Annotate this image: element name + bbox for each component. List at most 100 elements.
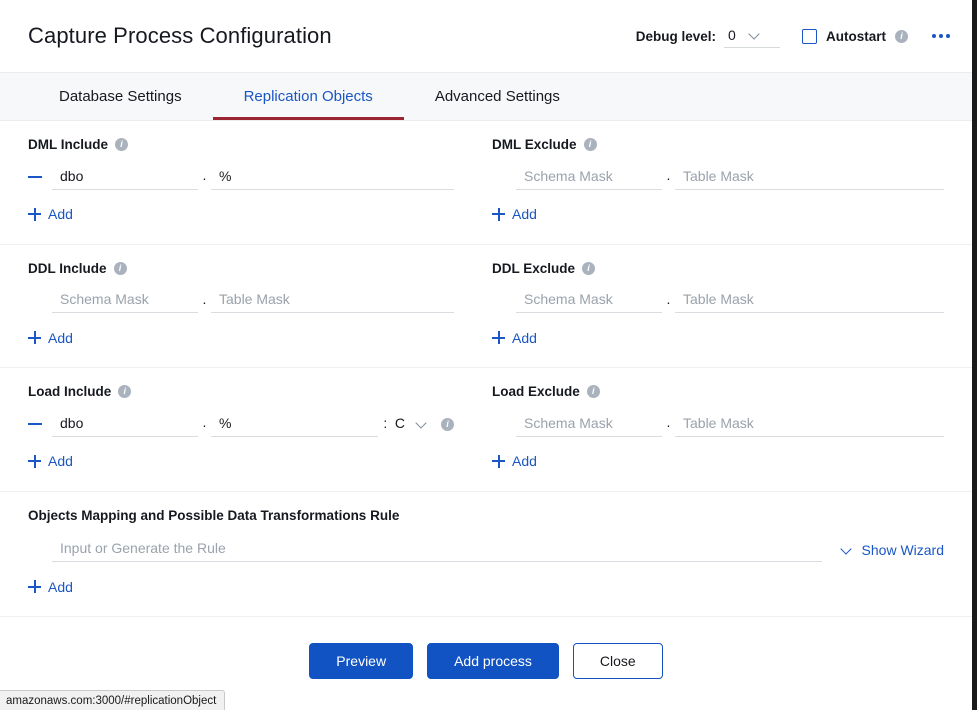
ddl-exclude-group: DDL Exclude i . Add bbox=[486, 261, 944, 350]
autostart-checkbox[interactable] bbox=[802, 28, 817, 44]
info-icon[interactable]: i bbox=[582, 261, 596, 275]
objects-mapping-rule-input[interactable] bbox=[52, 537, 822, 562]
ddl-include-group: DDL Include i . Add bbox=[28, 261, 486, 350]
load-exclude-group: Load Exclude i . Add bbox=[486, 384, 944, 473]
objects-mapping-rule-section: Objects Mapping and Possible Data Transf… bbox=[0, 492, 972, 617]
add-process-button[interactable]: Add process bbox=[427, 643, 559, 679]
debug-level-value: 0 bbox=[728, 26, 736, 43]
colon-separator: : bbox=[383, 415, 388, 431]
objects-mapping-rule-add-button[interactable]: Add bbox=[28, 579, 73, 595]
objects-mapping-rule-row: Show Wizard bbox=[28, 535, 944, 565]
load-include-row: . : C i bbox=[28, 409, 454, 439]
load-include-group: Load Include i . : C i bbox=[28, 384, 486, 473]
dml-include-table-input[interactable] bbox=[211, 164, 454, 190]
kebab-dot bbox=[946, 34, 950, 38]
tab-database-settings[interactable]: Database Settings bbox=[28, 73, 213, 120]
load-include-schema-input[interactable] bbox=[52, 411, 198, 437]
ddl-exclude-label: DDL Exclude bbox=[492, 260, 576, 276]
dml-include-group: DML Include i . Add bbox=[28, 137, 486, 226]
dml-exclude-label: DML Exclude bbox=[492, 137, 577, 152]
info-icon[interactable]: i bbox=[895, 29, 908, 43]
autostart-group[interactable]: Autostart i bbox=[802, 28, 908, 44]
ddl-include-row: . bbox=[28, 286, 454, 316]
load-exclude-label: Load Exclude bbox=[492, 384, 580, 399]
info-icon[interactable]: i bbox=[113, 261, 127, 275]
add-label: Add bbox=[48, 578, 73, 595]
preview-button[interactable]: Preview bbox=[309, 643, 414, 679]
tab-advanced-settings[interactable]: Advanced Settings bbox=[404, 73, 591, 120]
minus-icon bbox=[28, 423, 42, 425]
debug-level-select[interactable]: 0 bbox=[724, 25, 780, 48]
ddl-exclude-table-input[interactable] bbox=[675, 288, 944, 313]
dml-include-label: DML Include bbox=[28, 137, 109, 152]
load-include-type-value: C bbox=[394, 415, 405, 431]
ddl-exclude-add-button[interactable]: Add bbox=[492, 330, 537, 346]
window-header: Capture Process Configuration Debug leve… bbox=[0, 0, 972, 72]
chevron-down-icon bbox=[417, 418, 428, 429]
plus-icon bbox=[28, 207, 41, 221]
plus-icon bbox=[28, 331, 41, 344]
dot-separator: . bbox=[202, 167, 207, 183]
ddl-include-schema-input[interactable] bbox=[52, 288, 198, 313]
dialog-footer: Preview Add process Close bbox=[0, 617, 972, 679]
dml-exclude-row: . bbox=[492, 162, 944, 192]
add-label: Add bbox=[512, 453, 537, 469]
show-wizard-label: Show Wizard bbox=[861, 541, 944, 558]
plus-icon bbox=[492, 207, 505, 221]
load-include-add-button[interactable]: Add bbox=[28, 453, 73, 469]
dml-include-row: . bbox=[28, 162, 454, 192]
plus-icon bbox=[492, 331, 505, 344]
info-icon[interactable]: i bbox=[586, 385, 600, 398]
load-exclude-label-row: Load Exclude i bbox=[492, 384, 944, 399]
add-label: Add bbox=[48, 329, 73, 346]
show-wizard-button[interactable]: Show Wizard bbox=[842, 542, 944, 558]
chevron-down-icon bbox=[842, 544, 853, 555]
ddl-include-label-row: DDL Include i bbox=[28, 261, 454, 276]
dml-include-add-button[interactable]: Add bbox=[28, 206, 73, 222]
kebab-dot bbox=[939, 34, 943, 38]
dml-exclude-table-input[interactable] bbox=[675, 164, 944, 190]
autostart-label: Autostart bbox=[826, 28, 886, 44]
load-exclude-table-input[interactable] bbox=[675, 411, 944, 437]
load-include-label-row: Load Include i bbox=[28, 384, 454, 399]
dot-separator: . bbox=[202, 414, 207, 430]
load-exclude-schema-input[interactable] bbox=[516, 411, 662, 437]
ddl-exclude-schema-input[interactable] bbox=[516, 288, 662, 313]
add-label: Add bbox=[48, 453, 73, 469]
dml-exclude-label-row: DML Exclude i bbox=[492, 137, 944, 152]
ddl-exclude-label-row: DDL Exclude i bbox=[492, 261, 944, 276]
dml-exclude-add-button[interactable]: Add bbox=[492, 206, 537, 222]
ddl-include-add-button[interactable]: Add bbox=[28, 330, 73, 346]
plus-icon bbox=[492, 454, 505, 468]
ddl-include-label: DDL Include bbox=[28, 260, 107, 276]
info-icon[interactable]: i bbox=[115, 138, 129, 151]
load-include-label: Load Include bbox=[28, 384, 112, 399]
remove-row-button[interactable] bbox=[28, 423, 52, 425]
remove-row-button[interactable] bbox=[28, 176, 52, 178]
add-label: Add bbox=[512, 206, 537, 222]
debug-level-label: Debug level: bbox=[635, 28, 716, 44]
tab-replication-objects[interactable]: Replication Objects bbox=[212, 73, 405, 120]
dml-exclude-schema-input[interactable] bbox=[516, 164, 662, 190]
close-button[interactable]: Close bbox=[572, 643, 663, 679]
ddl-include-table-input[interactable] bbox=[211, 288, 454, 313]
plus-icon bbox=[28, 454, 41, 468]
ddl-exclude-row: . bbox=[492, 286, 944, 316]
minus-icon bbox=[28, 176, 42, 178]
objects-mapping-rule-label: Objects Mapping and Possible Data Transf… bbox=[28, 507, 400, 523]
info-icon[interactable]: i bbox=[441, 417, 454, 431]
dml-include-schema-input[interactable] bbox=[52, 164, 198, 190]
header-controls: Debug level: 0 Autostart i bbox=[636, 25, 952, 48]
load-include-table-input[interactable] bbox=[211, 411, 378, 437]
load-exclude-add-button[interactable]: Add bbox=[492, 453, 537, 469]
kebab-dot bbox=[932, 34, 936, 38]
tab-bar: Database Settings Replication Objects Ad… bbox=[0, 72, 972, 121]
status-bar-url: amazonaws.com:3000/#replicationObject bbox=[0, 690, 226, 710]
dot-separator: . bbox=[202, 290, 207, 307]
capture-process-configuration-window: Capture Process Configuration Debug leve… bbox=[0, 0, 977, 710]
load-include-type-select[interactable]: C bbox=[393, 413, 430, 435]
info-icon[interactable]: i bbox=[583, 138, 597, 151]
kebab-menu-icon[interactable] bbox=[930, 30, 952, 42]
load-exclude-row: . bbox=[492, 409, 944, 439]
info-icon[interactable]: i bbox=[118, 385, 132, 398]
